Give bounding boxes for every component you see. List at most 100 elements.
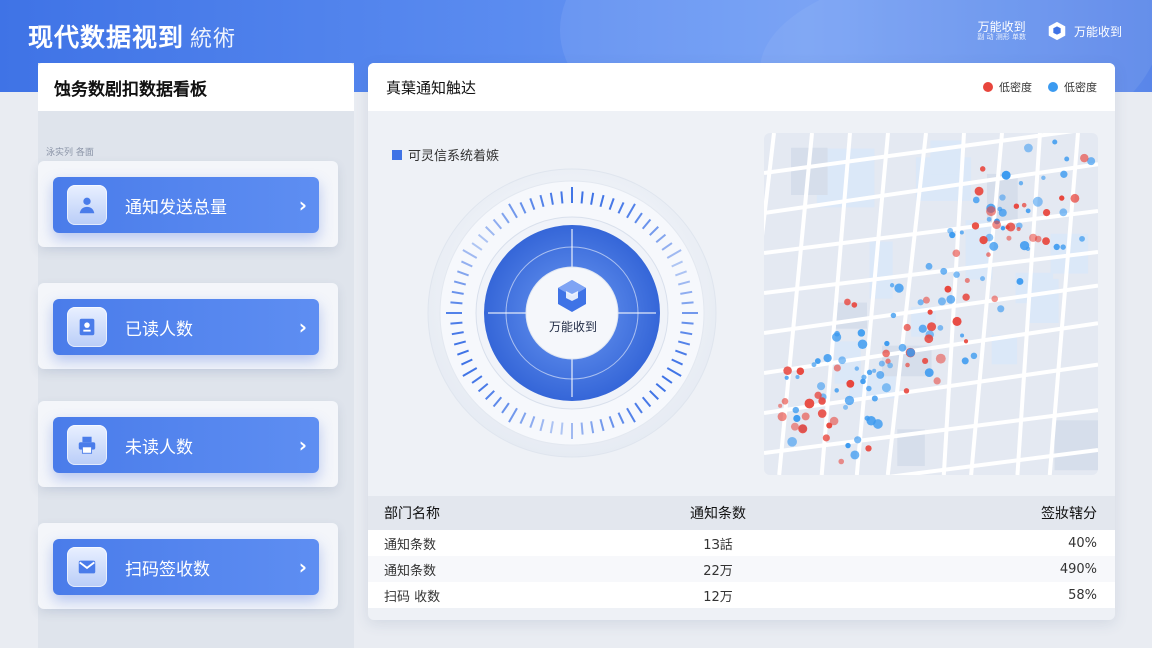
high-density-dot (962, 293, 970, 301)
high-density-dot (846, 379, 855, 388)
high-density-dot (971, 222, 980, 230)
dial-tick (560, 191, 564, 204)
low-density-dot (980, 276, 986, 282)
total-sent-button[interactable]: 通知发送总量 › (53, 177, 319, 233)
high-density-dot (844, 298, 851, 306)
high-density-dot (1016, 227, 1021, 232)
top-link-sub: 副 动 测形 单数 (977, 32, 1026, 41)
low-density-dot (940, 267, 948, 275)
low-density-dot (937, 297, 946, 306)
high-density-dot (783, 366, 792, 375)
low-density-dot (866, 385, 872, 392)
top-link[interactable]: 万能收到 副 动 测形 单数 (977, 20, 1026, 42)
high-density-dot (927, 309, 933, 315)
cell-count: 1З話 (703, 537, 733, 553)
low-density-dot (793, 414, 801, 423)
legend-blue-dot (1048, 82, 1058, 92)
table-row[interactable]: 通知条数 1З話 40% (368, 530, 1115, 556)
stat-label: 扫码签收数 (125, 559, 210, 580)
low-density-dot (970, 352, 978, 360)
app-title-text: 现代数据视到 (28, 23, 185, 52)
low-density-dot (878, 360, 885, 367)
left-panel-caption: 泳实列 各面 (46, 148, 94, 158)
cell-count: 22万 (703, 563, 733, 579)
brand-name: 万能收到 (1073, 24, 1122, 39)
low-density-dot (1052, 139, 1058, 145)
cell-rate: 40% (1068, 535, 1097, 551)
low-density-dot (997, 305, 1005, 313)
left-panel: 蚀务数剧扣数据看板 泳实列 各面 通知发送总量 › 已读人数 › 未读人数 › (38, 63, 354, 648)
density-map[interactable] (764, 133, 1098, 475)
map-block (1015, 272, 1054, 304)
low-density-dot (854, 436, 862, 444)
low-density-dot (890, 312, 897, 319)
legend-red-dot (983, 82, 993, 92)
cell-department: 通知条数 (384, 537, 437, 553)
cell-department: 扫码 收数 (384, 589, 441, 605)
high-density-dot (833, 364, 841, 372)
column-header-count: 通知条数 (690, 506, 746, 522)
low-density-dot (871, 395, 878, 402)
low-density-dot (889, 283, 895, 288)
table-row[interactable]: 扫码 收数 12万 58% (368, 582, 1115, 608)
stat-label: 未读人数 (125, 437, 193, 458)
high-density-dot (829, 416, 839, 426)
low-density-dot (844, 395, 855, 406)
user-icon (67, 185, 107, 225)
dial-tick (450, 301, 463, 305)
high-density-dot (1042, 237, 1050, 246)
low-density-dot (816, 382, 826, 391)
low-density-dot (986, 216, 992, 222)
dial-tick (681, 321, 694, 325)
main-panel-header: 真葉通知触达 低密度 低密度 (368, 63, 1115, 111)
low-density-dot (834, 388, 839, 393)
chevron-right-icon: › (298, 555, 307, 579)
high-density-dot (924, 334, 934, 344)
section-label-text: 可灵信系统着嫉 (408, 149, 500, 164)
high-density-dot (778, 403, 783, 408)
low-density-dot (854, 366, 860, 371)
low-density-dot (925, 262, 933, 270)
high-density-dot (781, 397, 789, 405)
legend-label: 低密度 (1064, 81, 1097, 94)
low-density-dot (843, 404, 849, 410)
top-right-area: 万能收到 副 动 测形 单数 万能收到 (977, 20, 1122, 42)
low-density-dot (1001, 170, 1011, 180)
main-panel-title: 真葉通知触达 (386, 78, 477, 97)
high-density-dot (796, 367, 805, 375)
low-density-dot (999, 194, 1006, 201)
high-density-dot (1021, 202, 1027, 208)
legend-item: 低密度 (1048, 79, 1097, 95)
mail-icon (67, 547, 107, 587)
app-title: 现代数据视到 統術 (28, 18, 236, 54)
low-density-dot (924, 368, 934, 378)
high-density-dot (927, 322, 937, 332)
low-density-dot (1025, 246, 1031, 252)
low-density-dot (1016, 278, 1024, 285)
high-density-dot (964, 277, 970, 283)
dial-center-label: 万能收到 (548, 320, 597, 334)
low-density-dot (823, 353, 832, 363)
low-density-dot (814, 358, 821, 364)
unread-count-button[interactable]: 未读人数 › (53, 417, 319, 473)
high-density-dot (952, 316, 962, 327)
section-marker (392, 149, 402, 160)
scan-signed-button[interactable]: 扫码签收数 › (53, 539, 319, 595)
table-header: 部门名称 通知条数 签妝辖分 (368, 496, 1115, 530)
low-density-dot (949, 231, 956, 239)
low-density-dot (857, 339, 868, 350)
read-count-button[interactable]: 已读人数 › (53, 299, 319, 355)
high-density-dot (1070, 193, 1080, 203)
low-density-dot (906, 348, 916, 357)
high-density-dot (1042, 208, 1051, 217)
section-label: 可灵信系统着嫉 (392, 145, 499, 164)
chevron-right-icon: › (298, 433, 307, 457)
low-density-dot (972, 196, 980, 204)
low-density-dot (864, 415, 870, 421)
table-row[interactable]: 通知条数 22万 490% (368, 556, 1115, 582)
low-density-dot (1025, 208, 1031, 214)
low-density-dot (998, 208, 1007, 217)
low-density-dot (832, 332, 842, 342)
radial-dial (427, 168, 717, 458)
brand[interactable]: 万能收到 (1046, 20, 1122, 42)
